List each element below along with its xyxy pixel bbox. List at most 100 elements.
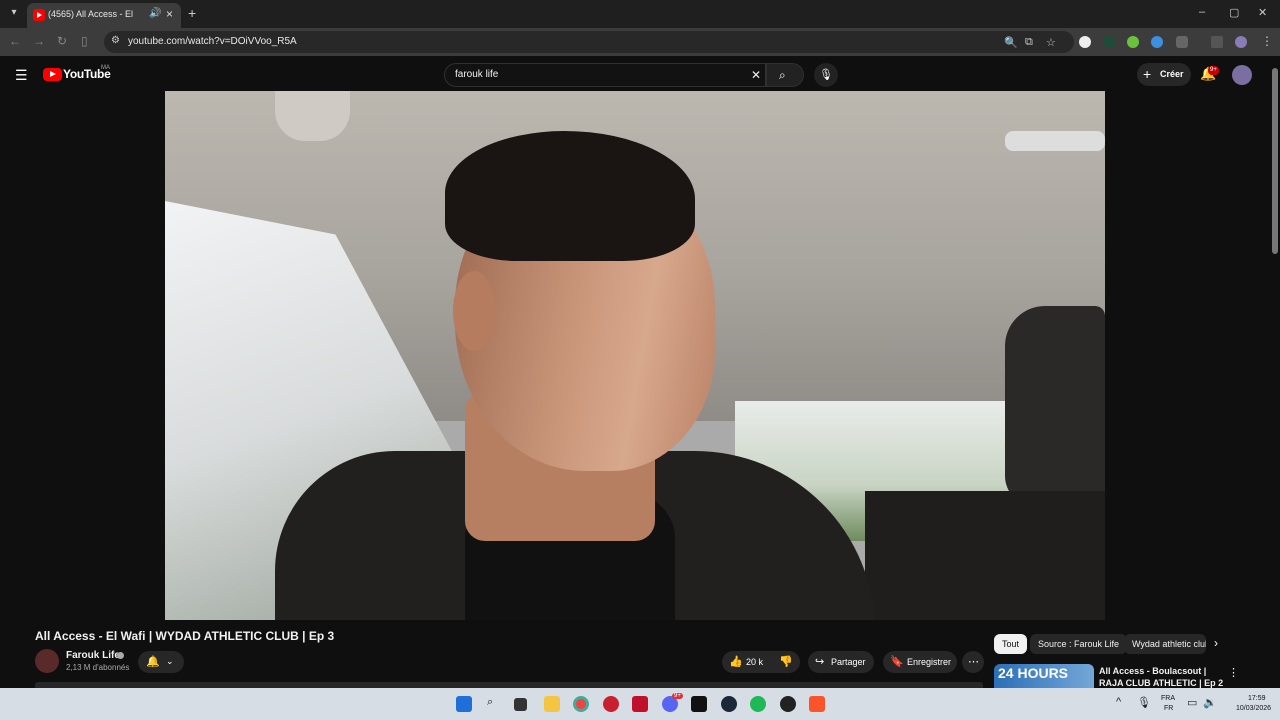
subscriber-count: 2,13 M d'abonnés — [66, 663, 130, 672]
share-label: Partager — [831, 657, 866, 667]
minimize-icon[interactable]: – — [1199, 6, 1205, 18]
chip-all[interactable]: Tout — [994, 634, 1028, 654]
video-ear — [453, 271, 495, 351]
account-avatar[interactable] — [1232, 65, 1252, 85]
language-top[interactable]: FRA — [1161, 695, 1175, 702]
tab-close-icon[interactable]: × — [166, 7, 173, 21]
maximize-icon[interactable]: ▢ — [1229, 6, 1239, 19]
windows-start-icon[interactable] — [456, 696, 472, 712]
windows-taskbar: ⌕ 9+ ^ 🎙 FRA FR ▭ 🔉 17:59 10/03/2026 — [0, 688, 1280, 720]
chip-wydad[interactable]: Wydad athletic club — [1124, 634, 1206, 654]
volume-icon[interactable]: 🔉 — [1203, 696, 1217, 709]
browser-tab[interactable]: (4565) All Access - El Wafi | 🔊 × — [27, 3, 181, 28]
back-icon[interactable]: ← — [9, 34, 21, 48]
clear-search-icon[interactable]: ✕ — [751, 68, 761, 82]
app-dark-icon[interactable] — [780, 696, 796, 712]
extension-icon[interactable] — [1127, 36, 1139, 48]
voice-search-icon[interactable]: 🎙 — [814, 63, 838, 87]
reload-icon[interactable]: ↻ — [57, 34, 67, 48]
browser-menu-icon[interactable]: ⋮ — [1261, 34, 1273, 48]
chevron-down-icon: ⌄ — [166, 656, 174, 666]
save-button[interactable]: 🔖 Enregistrer — [883, 651, 957, 673]
app-a-icon[interactable] — [632, 696, 648, 712]
network-icon[interactable]: ▭ — [1187, 696, 1197, 709]
search-icon: ⌕ — [779, 68, 786, 82]
extension-icon[interactable] — [1103, 36, 1115, 48]
extension-icon[interactable] — [1151, 36, 1163, 48]
bell-icon: 🔔 — [146, 656, 160, 668]
speaker-icon[interactable]: 🔊 — [149, 8, 161, 19]
video-grab-handle — [275, 91, 350, 141]
video-title: All Access - El Wafi | WYDAD ATHLETIC CL… — [35, 629, 335, 643]
more-actions-button[interactable]: ⋯ — [962, 651, 984, 673]
capcut-icon[interactable] — [691, 696, 707, 712]
channel-name[interactable]: Farouk Life — [66, 650, 120, 661]
chevron-right-icon[interactable]: › — [1214, 636, 1218, 650]
search-query[interactable]: farouk life — [455, 69, 498, 80]
cast-icon[interactable]: ⧉ — [1025, 36, 1033, 49]
video-headrest — [1005, 306, 1105, 506]
create-label: Créer — [1160, 69, 1184, 79]
video-hair — [445, 131, 695, 261]
bookmark-star-icon[interactable]: ☆ — [1046, 36, 1056, 49]
search-input[interactable]: farouk life ✕ — [444, 63, 766, 87]
video-player[interactable] — [165, 91, 1105, 620]
page-scrollbar[interactable] — [1270, 56, 1280, 688]
spotify-icon[interactable] — [750, 696, 766, 712]
subscribed-button[interactable]: 🔔 ⌄ — [138, 651, 184, 673]
zoom-icon[interactable]: 🔍 — [1004, 36, 1018, 49]
search-taskbar-icon[interactable]: ⌕ — [487, 696, 493, 709]
brave-icon[interactable] — [809, 696, 825, 712]
recommended-menu-icon[interactable]: ⋮ — [1228, 666, 1239, 679]
extensions-puzzle-icon[interactable] — [1176, 36, 1188, 48]
extension-icon[interactable] — [1079, 36, 1091, 48]
tab-search-icon[interactable]: ▾ — [6, 5, 22, 21]
share-button[interactable]: ↪ Partager — [808, 651, 874, 673]
omnibox[interactable]: ⚙ youtube.com/watch?v=DOiVVoo_R5A 🔍 ⧉ ☆ — [104, 31, 1074, 53]
tab-title: (4565) All Access - El Wafi | — [48, 9, 134, 19]
channel-avatar[interactable] — [35, 649, 59, 673]
forward-icon[interactable]: → — [33, 34, 45, 48]
language-bottom[interactable]: FR — [1164, 705, 1173, 712]
recommended-title[interactable]: All Access - Boulacsout | RAJA CLUB ATHL… — [1099, 665, 1224, 688]
youtube-logo-icon[interactable] — [43, 68, 62, 81]
verified-badge-icon — [117, 652, 124, 659]
address-toolbar: ← → ↻ ▯ ⚙ youtube.com/watch?v=DOiVVoo_R5… — [0, 28, 1280, 56]
profile-avatar[interactable] — [1235, 36, 1247, 48]
more-icon: ⋯ — [968, 656, 979, 668]
scrollbar-thumb[interactable] — [1272, 68, 1278, 254]
clock-time[interactable]: 17:59 — [1248, 695, 1266, 702]
steam-icon[interactable] — [721, 696, 737, 712]
tray-mic-icon[interactable]: 🎙 — [1137, 696, 1151, 709]
task-view-icon[interactable] — [514, 698, 527, 711]
thumbnail-text: 24 HOURS — [998, 665, 1069, 681]
save-label: Enregistrer — [907, 657, 952, 667]
url-text[interactable]: youtube.com/watch?v=DOiVVoo_R5A — [128, 36, 297, 47]
tray-chevron-up-icon[interactable]: ^ — [1116, 696, 1121, 708]
clock-date[interactable]: 10/03/2026 — [1236, 705, 1271, 712]
app-red-icon[interactable] — [603, 696, 619, 712]
menu-icon[interactable]: ☰ — [15, 67, 28, 84]
new-tab-icon[interactable]: + — [188, 5, 196, 21]
recommended-thumbnail[interactable]: 24 HOURS — [994, 664, 1094, 688]
chip-source[interactable]: Source : Farouk Life — [1030, 634, 1128, 654]
notification-badge: 9+ — [1208, 66, 1219, 75]
search-button[interactable]: ⌕ — [766, 63, 804, 87]
save-icon: 🔖 — [890, 656, 904, 668]
dislike-button[interactable]: 👎 — [779, 655, 793, 668]
like-count[interactable]: 20 k — [746, 657, 763, 667]
close-window-icon[interactable]: ✕ — [1258, 6, 1267, 19]
country-code: MA — [101, 65, 110, 71]
file-explorer-icon[interactable] — [544, 696, 560, 712]
site-info-icon[interactable]: ⚙ — [111, 35, 120, 46]
like-button[interactable]: 👍 — [729, 655, 743, 668]
plus-icon: + — [1143, 66, 1152, 82]
sidepanel-icon[interactable]: ▯ — [81, 34, 88, 48]
discord-badge: 9+ — [672, 693, 683, 699]
video-dome-light — [1005, 131, 1105, 151]
like-dislike-group: 👍 20 k 👎 — [722, 651, 800, 673]
create-button[interactable]: + Créer — [1137, 63, 1191, 86]
video-seat — [865, 491, 1105, 620]
chrome-icon[interactable] — [573, 696, 589, 712]
reading-list-icon[interactable] — [1211, 36, 1223, 48]
